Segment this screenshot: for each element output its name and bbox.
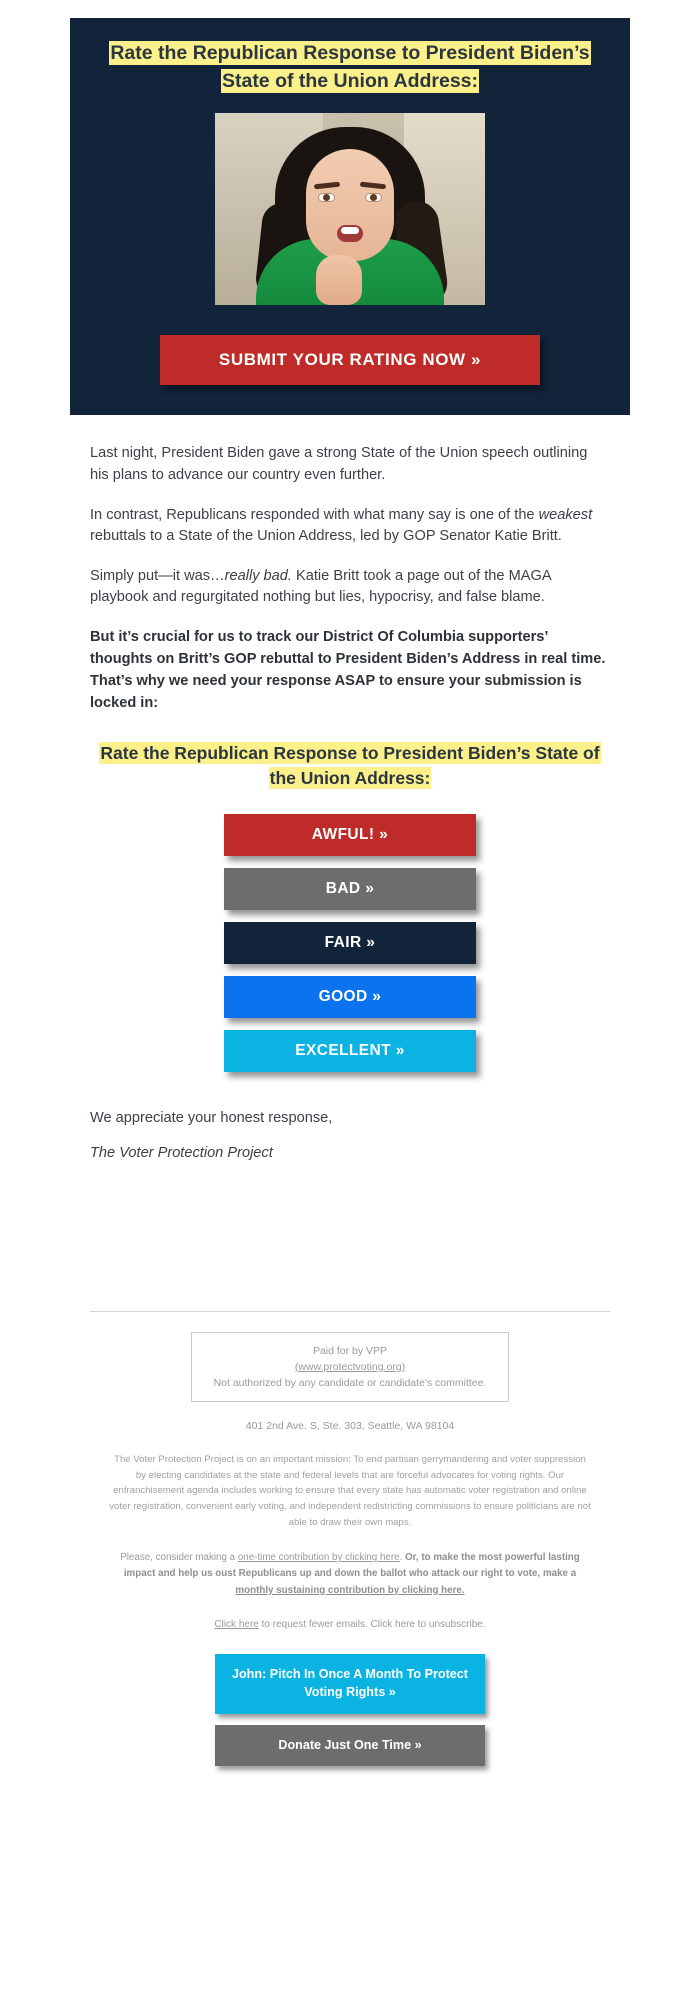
rating-button-group: AWFUL! » BAD » FAIR » GOOD » EXCELLENT » (70, 813, 630, 1072)
signoff: We appreciate your honest response, The … (70, 1110, 630, 1161)
photo-brow-left (313, 182, 341, 190)
ask-part-a: Please, consider making a (120, 1552, 238, 1564)
rating-button-awful[interactable]: AWFUL! » (224, 813, 476, 856)
paid-for-line: Paid for by VPP (312, 1344, 388, 1357)
paid-for-website[interactable]: (www.protectvoting.org) (200, 1359, 500, 1375)
mission-statement: The Voter Protection Project is on an im… (109, 1454, 591, 1528)
contribution-ask: Please, consider making a one-time contr… (104, 1550, 596, 1599)
rating-button-fair[interactable]: FAIR » (224, 921, 476, 964)
footer-divider (90, 1310, 610, 1312)
photo-face (306, 149, 394, 262)
rate-headline: Rate the Republican Response to Presiden… (86, 741, 614, 792)
paragraph-3-part-a: Simply put—it was… (90, 568, 225, 584)
mailing-address: 401 2nd Ave. S, Ste. 303, Seattle, WA 98… (245, 1420, 455, 1433)
photo-eye-right (365, 193, 382, 203)
one-time-contribution-link[interactable]: one-time contribution by clicking here (238, 1552, 400, 1563)
rating-button-bad[interactable]: BAD » (224, 867, 476, 910)
monthly-contribution-link[interactable]: monthly sustaining contribution by click… (235, 1585, 464, 1596)
body-copy: Last night, President Biden gave a stron… (70, 443, 630, 715)
email-body: Rate the Republican Response to Presiden… (70, 18, 630, 1786)
footer: Paid for by VPP (www.protectvoting.org) … (70, 1310, 630, 1787)
paragraph-2-emphasis: weakest (538, 506, 593, 523)
paragraph-1: Last night, President Biden gave a stron… (90, 445, 588, 483)
hero-headline: Rate the Republican Response to Presiden… (98, 40, 602, 95)
paragraph-3: Simply put—it was…really bad. Katie Brit… (90, 566, 610, 608)
paragraph-3-emphasis: really bad. (224, 568, 292, 584)
signature-line: The Voter Protection Project (90, 1144, 273, 1161)
paragraph-2-part-a: In contrast, Republicans responded with … (90, 506, 539, 523)
one-time-donate-button[interactable]: Donate Just One Time » (215, 1724, 485, 1767)
paragraph-2: In contrast, Republicans responded with … (90, 505, 610, 547)
thanks-line: We appreciate your honest response, (90, 1109, 333, 1126)
footer-button-group: John: Pitch In Once A Month To Protect V… (90, 1653, 610, 1767)
paid-for-box: Paid for by VPP (www.protectvoting.org) … (191, 1331, 509, 1403)
fewer-emails-link[interactable]: Click here (214, 1619, 258, 1630)
photo-pointing-hand (316, 255, 363, 306)
paid-for-website-link[interactable]: (www.protectvoting.org) (295, 1361, 405, 1373)
photo-eye-left (318, 193, 335, 203)
unsubscribe-line: Click here to request fewer emails. Clic… (90, 1619, 610, 1630)
rating-button-excellent[interactable]: EXCELLENT » (224, 1029, 476, 1072)
paragraph-4-bold: But it’s crucial for us to track our Dis… (90, 629, 606, 711)
hero-photo-wrapper (98, 113, 602, 306)
rate-headline-text: Rate the Republican Response to Presiden… (99, 741, 601, 790)
katie-britt-photo (215, 113, 485, 306)
hero-panel: Rate the Republican Response to Presiden… (70, 18, 630, 416)
paragraph-2-part-b: rebuttals to a State of the Union Addres… (90, 527, 562, 544)
unsubscribe-rest: to request fewer emails. Click here to u… (258, 1618, 486, 1630)
photo-brow-right (359, 182, 387, 190)
hero-headline-text: Rate the Republican Response to Presiden… (109, 41, 591, 93)
monthly-donate-button[interactable]: John: Pitch In Once A Month To Protect V… (215, 1653, 485, 1714)
rating-button-good[interactable]: GOOD » (224, 975, 476, 1018)
not-authorized-line: Not authorized by any candidate or candi… (213, 1377, 487, 1390)
submit-rating-button[interactable]: SUBMIT YOUR RATING NOW » (160, 335, 540, 386)
photo-mouth (337, 225, 363, 243)
